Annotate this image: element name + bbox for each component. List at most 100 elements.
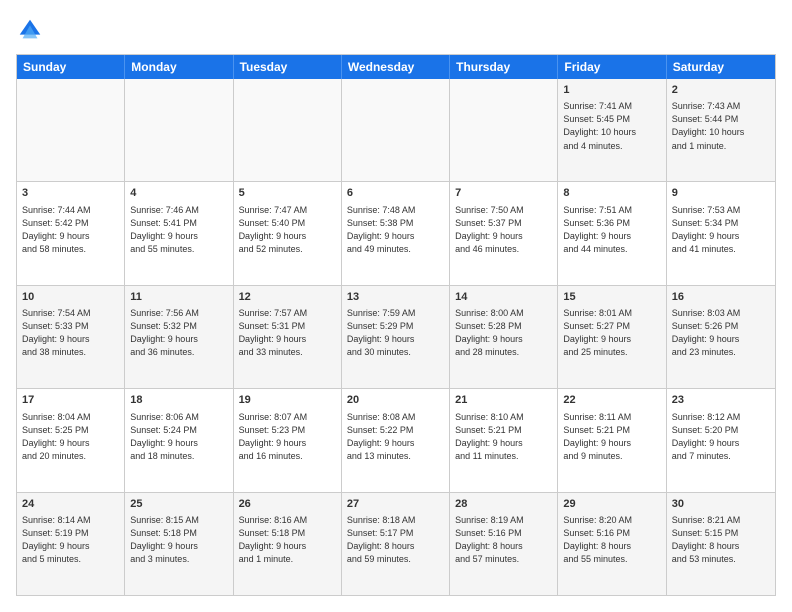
cell-info: Sunrise: 8:10 AM Sunset: 5:21 PM Dayligh… [455, 411, 552, 463]
cal-cell-4-6: 30 Sunrise: 8:21 AM Sunset: 5:15 PM Dayli… [667, 493, 775, 595]
cal-row-0: 1 Sunrise: 7:41 AM Sunset: 5:45 PM Daylig… [17, 79, 775, 181]
day-number: 28 [455, 497, 552, 512]
cell-info: Sunrise: 8:18 AM Sunset: 5:17 PM Dayligh… [347, 514, 444, 566]
cal-cell-3-3: 20 Sunrise: 8:08 AM Sunset: 5:22 PM Dayli… [342, 389, 450, 491]
header-cell-sunday: Sunday [17, 55, 125, 79]
day-number: 10 [22, 290, 119, 305]
page: SundayMondayTuesdayWednesdayThursdayFrid… [0, 0, 792, 612]
header-cell-monday: Monday [125, 55, 233, 79]
cal-cell-0-3 [342, 79, 450, 181]
cal-cell-2-1: 11 Sunrise: 7:56 AM Sunset: 5:32 PM Dayli… [125, 286, 233, 388]
cell-info: Sunrise: 7:46 AM Sunset: 5:41 PM Dayligh… [130, 204, 227, 256]
day-number: 1 [563, 83, 660, 98]
cal-cell-0-1 [125, 79, 233, 181]
day-number: 4 [130, 186, 227, 201]
cell-info: Sunrise: 7:43 AM Sunset: 5:44 PM Dayligh… [672, 100, 770, 152]
day-number: 29 [563, 497, 660, 512]
day-number: 9 [672, 186, 770, 201]
cal-cell-2-0: 10 Sunrise: 7:54 AM Sunset: 5:33 PM Dayli… [17, 286, 125, 388]
cal-row-2: 10 Sunrise: 7:54 AM Sunset: 5:33 PM Dayli… [17, 285, 775, 388]
header-cell-thursday: Thursday [450, 55, 558, 79]
day-number: 19 [239, 393, 336, 408]
cal-cell-0-4 [450, 79, 558, 181]
cell-info: Sunrise: 7:47 AM Sunset: 5:40 PM Dayligh… [239, 204, 336, 256]
cell-info: Sunrise: 8:12 AM Sunset: 5:20 PM Dayligh… [672, 411, 770, 463]
day-number: 11 [130, 290, 227, 305]
cell-info: Sunrise: 7:44 AM Sunset: 5:42 PM Dayligh… [22, 204, 119, 256]
day-number: 25 [130, 497, 227, 512]
cal-cell-1-2: 5 Sunrise: 7:47 AM Sunset: 5:40 PM Daylig… [234, 182, 342, 284]
cal-cell-0-2 [234, 79, 342, 181]
day-number: 17 [22, 393, 119, 408]
day-number: 5 [239, 186, 336, 201]
day-number: 6 [347, 186, 444, 201]
cal-cell-2-5: 15 Sunrise: 8:01 AM Sunset: 5:27 PM Dayli… [558, 286, 666, 388]
day-number: 7 [455, 186, 552, 201]
cal-cell-0-5: 1 Sunrise: 7:41 AM Sunset: 5:45 PM Daylig… [558, 79, 666, 181]
day-number: 12 [239, 290, 336, 305]
cell-info: Sunrise: 8:07 AM Sunset: 5:23 PM Dayligh… [239, 411, 336, 463]
day-number: 18 [130, 393, 227, 408]
cell-info: Sunrise: 8:19 AM Sunset: 5:16 PM Dayligh… [455, 514, 552, 566]
cal-cell-0-6: 2 Sunrise: 7:43 AM Sunset: 5:44 PM Daylig… [667, 79, 775, 181]
cal-cell-1-4: 7 Sunrise: 7:50 AM Sunset: 5:37 PM Daylig… [450, 182, 558, 284]
day-number: 24 [22, 497, 119, 512]
day-number: 8 [563, 186, 660, 201]
cell-info: Sunrise: 7:50 AM Sunset: 5:37 PM Dayligh… [455, 204, 552, 256]
day-number: 27 [347, 497, 444, 512]
cal-cell-2-3: 13 Sunrise: 7:59 AM Sunset: 5:29 PM Dayli… [342, 286, 450, 388]
day-number: 2 [672, 83, 770, 98]
cell-info: Sunrise: 7:59 AM Sunset: 5:29 PM Dayligh… [347, 307, 444, 359]
cell-info: Sunrise: 7:57 AM Sunset: 5:31 PM Dayligh… [239, 307, 336, 359]
cal-cell-2-4: 14Sunrise: 8:00 AM Sunset: 5:28 PM Dayli… [450, 286, 558, 388]
header-cell-wednesday: Wednesday [342, 55, 450, 79]
cal-cell-4-2: 26Sunrise: 8:16 AM Sunset: 5:18 PM Dayli… [234, 493, 342, 595]
cal-cell-3-6: 23 Sunrise: 8:12 AM Sunset: 5:20 PM Dayli… [667, 389, 775, 491]
day-number: 21 [455, 393, 552, 408]
day-number: 3 [22, 186, 119, 201]
cal-row-3: 17 Sunrise: 8:04 AM Sunset: 5:25 PM Dayli… [17, 388, 775, 491]
cal-cell-2-6: 16 Sunrise: 8:03 AM Sunset: 5:26 PM Dayli… [667, 286, 775, 388]
day-number: 22 [563, 393, 660, 408]
cell-info: Sunrise: 7:41 AM Sunset: 5:45 PM Dayligh… [563, 100, 660, 152]
cal-cell-1-5: 8 Sunrise: 7:51 AM Sunset: 5:36 PM Daylig… [558, 182, 666, 284]
day-number: 20 [347, 393, 444, 408]
cal-cell-1-3: 6Sunrise: 7:48 AM Sunset: 5:38 PM Daylig… [342, 182, 450, 284]
cal-cell-4-1: 25Sunrise: 8:15 AM Sunset: 5:18 PM Dayli… [125, 493, 233, 595]
cell-info: Sunrise: 8:08 AM Sunset: 5:22 PM Dayligh… [347, 411, 444, 463]
cal-cell-4-3: 27 Sunrise: 8:18 AM Sunset: 5:17 PM Dayli… [342, 493, 450, 595]
cal-cell-4-0: 24 Sunrise: 8:14 AM Sunset: 5:19 PM Dayli… [17, 493, 125, 595]
header-cell-friday: Friday [558, 55, 666, 79]
cell-info: Sunrise: 8:04 AM Sunset: 5:25 PM Dayligh… [22, 411, 119, 463]
day-number: 13 [347, 290, 444, 305]
day-number: 16 [672, 290, 770, 305]
header-cell-saturday: Saturday [667, 55, 775, 79]
cal-cell-3-0: 17 Sunrise: 8:04 AM Sunset: 5:25 PM Dayli… [17, 389, 125, 491]
cell-info: Sunrise: 8:16 AM Sunset: 5:18 PM Dayligh… [239, 514, 336, 566]
day-number: 23 [672, 393, 770, 408]
cell-info: Sunrise: 8:21 AM Sunset: 5:15 PM Dayligh… [672, 514, 770, 566]
cell-info: Sunrise: 8:14 AM Sunset: 5:19 PM Dayligh… [22, 514, 119, 566]
cell-info: Sunrise: 7:54 AM Sunset: 5:33 PM Dayligh… [22, 307, 119, 359]
cell-info: Sunrise: 8:03 AM Sunset: 5:26 PM Dayligh… [672, 307, 770, 359]
cell-info: Sunrise: 8:00 AM Sunset: 5:28 PM Dayligh… [455, 307, 552, 359]
cal-cell-3-4: 21 Sunrise: 8:10 AM Sunset: 5:21 PM Dayli… [450, 389, 558, 491]
cell-info: Sunrise: 7:51 AM Sunset: 5:36 PM Dayligh… [563, 204, 660, 256]
cell-info: Sunrise: 8:11 AM Sunset: 5:21 PM Dayligh… [563, 411, 660, 463]
cal-cell-4-4: 28 Sunrise: 8:19 AM Sunset: 5:16 PM Dayli… [450, 493, 558, 595]
cal-cell-3-5: 22 Sunrise: 8:11 AM Sunset: 5:21 PM Dayli… [558, 389, 666, 491]
header-cell-tuesday: Tuesday [234, 55, 342, 79]
day-number: 15 [563, 290, 660, 305]
cal-cell-4-5: 29Sunrise: 8:20 AM Sunset: 5:16 PM Dayli… [558, 493, 666, 595]
day-number: 30 [672, 497, 770, 512]
calendar-header: SundayMondayTuesdayWednesdayThursdayFrid… [17, 55, 775, 79]
cell-info: Sunrise: 8:06 AM Sunset: 5:24 PM Dayligh… [130, 411, 227, 463]
cal-row-1: 3 Sunrise: 7:44 AM Sunset: 5:42 PM Daylig… [17, 181, 775, 284]
cell-info: Sunrise: 8:01 AM Sunset: 5:27 PM Dayligh… [563, 307, 660, 359]
cal-cell-3-1: 18 Sunrise: 8:06 AM Sunset: 5:24 PM Dayli… [125, 389, 233, 491]
calendar-body: 1 Sunrise: 7:41 AM Sunset: 5:45 PM Daylig… [17, 79, 775, 595]
cell-info: Sunrise: 7:56 AM Sunset: 5:32 PM Dayligh… [130, 307, 227, 359]
cal-cell-1-6: 9 Sunrise: 7:53 AM Sunset: 5:34 PM Daylig… [667, 182, 775, 284]
logo [16, 16, 48, 44]
cell-info: Sunrise: 7:53 AM Sunset: 5:34 PM Dayligh… [672, 204, 770, 256]
